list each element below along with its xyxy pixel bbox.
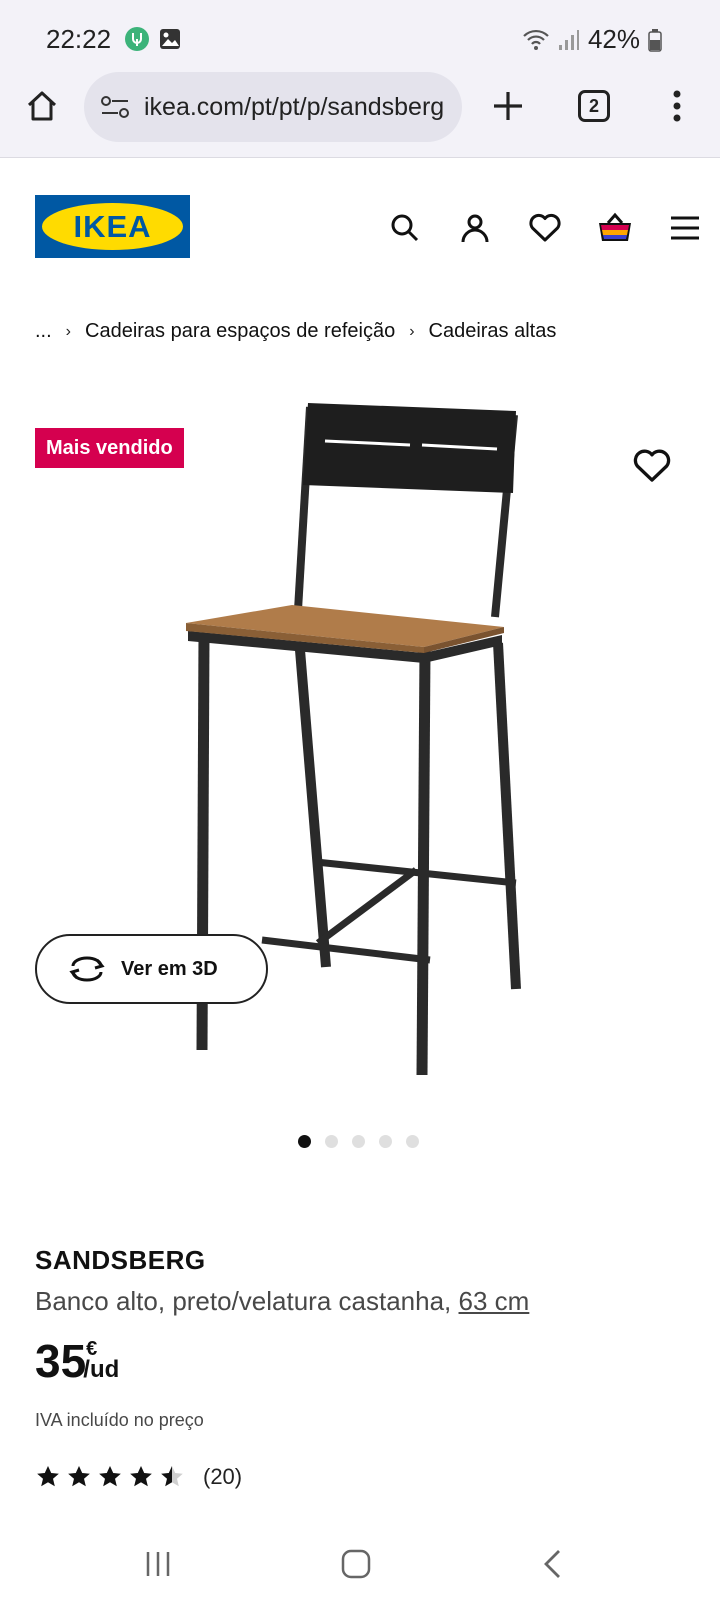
chevron-right-icon: › [65,322,71,340]
signal-icon [558,29,579,50]
star-icon [37,1466,59,1487]
gallery-dot-2[interactable] [325,1135,338,1148]
product-description-text: Banco alto, preto/velatura castanha, [35,1286,452,1316]
site-settings-icon[interactable] [100,95,130,119]
logo-text: IKEA [73,208,152,244]
breadcrumb-item-dining-chairs[interactable]: Cadeiras para espaços de refeição [85,320,395,343]
star-icon [130,1466,152,1487]
battery-level: 42% [587,24,640,54]
status-bar: 22:22 42% [0,0,720,72]
product-size-link[interactable]: 63 cm [459,1286,530,1316]
hamburger-icon [671,216,699,240]
vat-note: IVA incluído no preço [35,1410,204,1430]
account-icon [461,214,489,243]
gallery-dot-5[interactable] [406,1135,419,1148]
browser-toolbar: ikea.com/pt/pt/p/sandsberg 2 [0,72,720,158]
product-rating[interactable]: (20) [35,1464,242,1490]
star-icon [99,1466,121,1487]
browser-menu-button[interactable] [662,86,692,126]
star-icon [68,1466,90,1487]
vpn-icon [125,27,149,51]
browser-home-button[interactable] [22,86,62,126]
status-time: 22:22 [46,24,112,54]
gallery-pagination [298,1135,419,1148]
breadcrumb: ... › Cadeiras para espaços de refeição … [35,320,556,343]
ikea-logo[interactable]: IKEA [35,195,190,258]
chevron-right-icon: › [409,322,415,340]
home-button-icon[interactable] [334,1542,378,1586]
view-in-3d-label: Ver em 3D [121,957,218,980]
favourites-icon [529,213,561,242]
bestseller-badge: Mais vendido [35,428,184,468]
product-price: 35 € /ud [35,1336,119,1386]
heart-icon [633,449,671,482]
add-to-favourites-button[interactable] [632,446,672,486]
gallery-icon [160,29,180,49]
search-button[interactable] [370,208,440,248]
menu-button[interactable] [650,208,720,248]
product-name: SANDSBERG [35,1245,206,1275]
gallery-dot-4[interactable] [379,1135,392,1148]
new-tab-button[interactable] [486,84,530,128]
basket-icon [599,212,631,241]
tab-switcher-button[interactable]: 2 [578,90,610,122]
gallery-dot-3[interactable] [352,1135,365,1148]
basket-button[interactable] [580,208,650,248]
battery-icon [648,28,662,52]
review-count: (20) [203,1464,243,1489]
address-bar[interactable]: ikea.com/pt/pt/p/sandsberg [84,72,462,142]
star-icon [161,1466,183,1487]
new-tab-icon [494,92,522,120]
price-integer: 35 [35,1335,87,1387]
product-description: Banco alto, preto/velatura castanha, 63 … [35,1286,529,1317]
favourites-button[interactable] [510,208,580,248]
wifi-icon [523,29,549,50]
account-button[interactable] [440,208,510,248]
system-nav-bar [0,1528,720,1600]
url-text: ikea.com/pt/pt/p/sandsberg [144,92,445,121]
search-icon [391,214,419,242]
breadcrumb-ellipsis[interactable]: ... [35,320,52,343]
more-icon [673,90,681,122]
gallery-dot-1[interactable] [298,1135,311,1148]
header-actions [370,208,720,248]
breadcrumb-item-bar-stools[interactable]: Cadeiras altas [429,320,557,343]
price-unit: /ud [83,1356,120,1383]
recent-apps-icon[interactable] [136,1542,180,1586]
rotate-3d-icon [69,956,105,982]
back-icon[interactable] [532,1542,576,1586]
logo-oval: IKEA [42,203,183,250]
star-rating [35,1464,185,1490]
view-in-3d-button[interactable]: Ver em 3D [35,934,268,1004]
home-icon [27,91,57,121]
